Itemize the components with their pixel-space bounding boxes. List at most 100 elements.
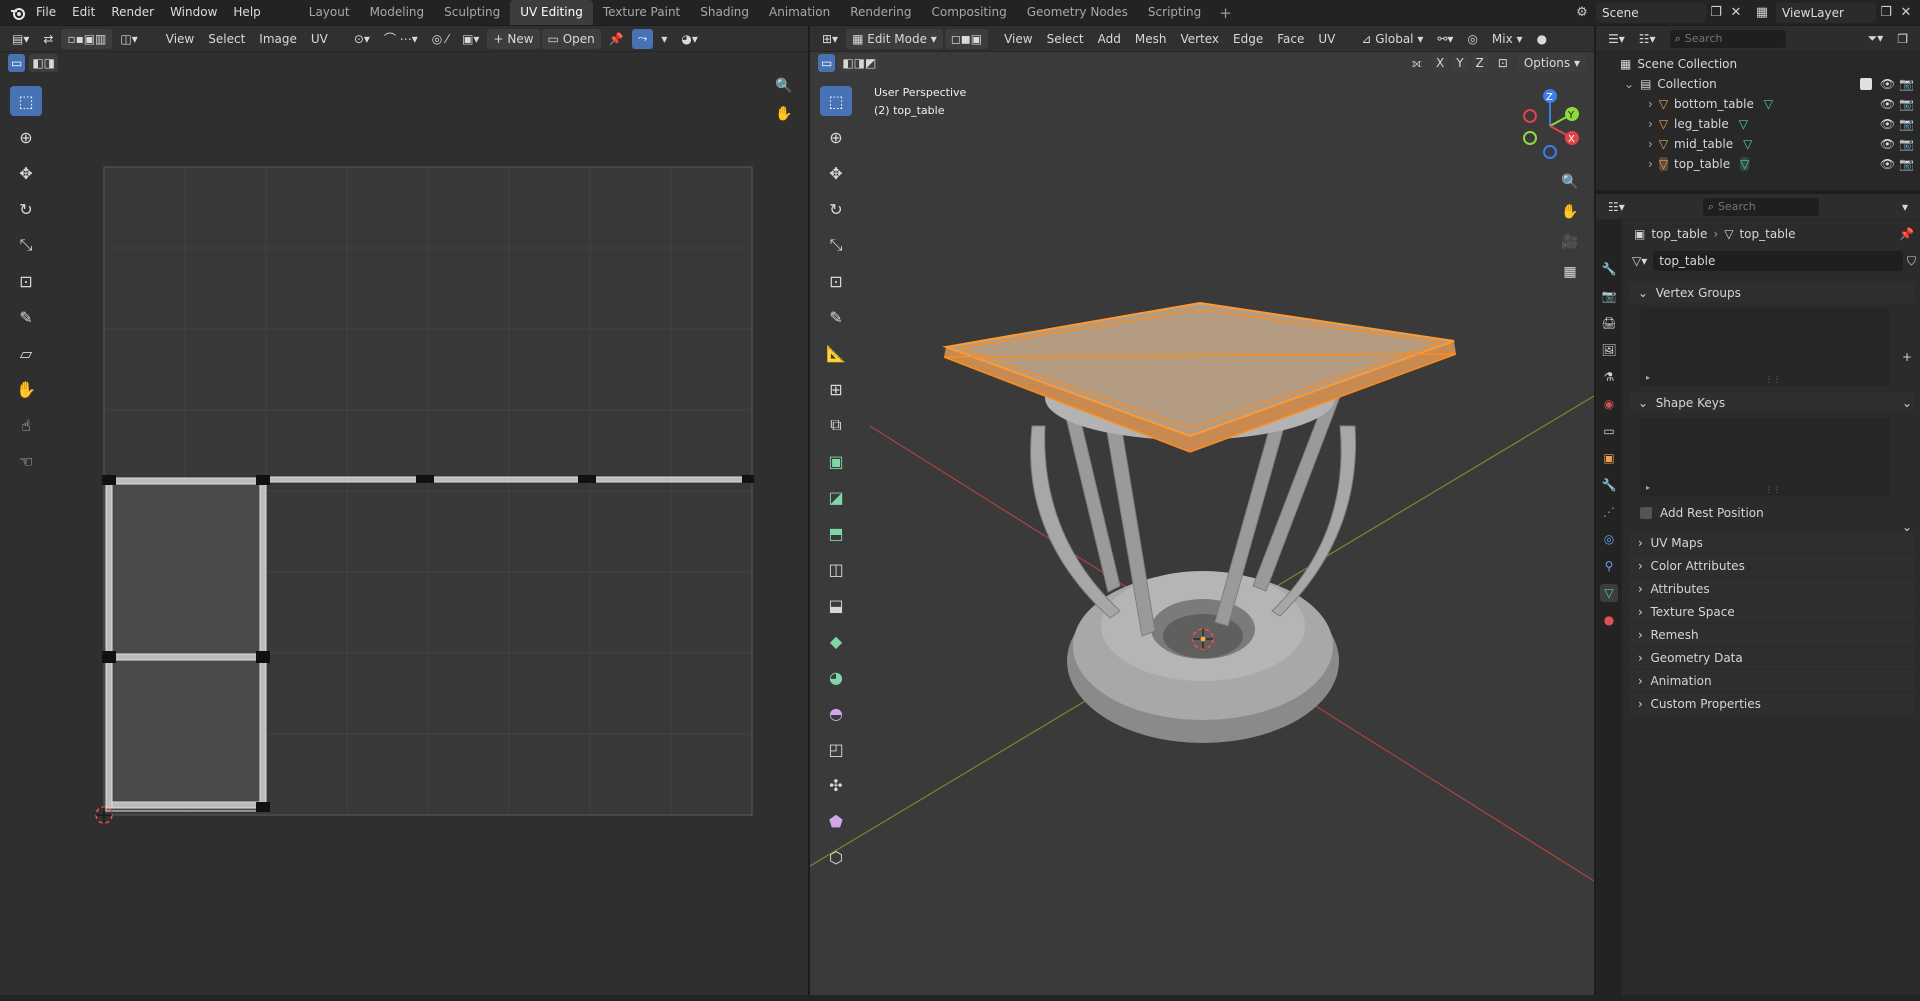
uv-menu-select[interactable]: Select (202, 29, 251, 49)
scene-tab-icon[interactable]: ⚗ (1600, 368, 1618, 386)
list-expand-icon[interactable]: ▸ (1646, 483, 1650, 492)
uv-menu-image[interactable]: Image (253, 29, 303, 49)
delete-viewlayer-icon[interactable]: ✕ (1896, 3, 1916, 23)
mesh-data-icon[interactable]: ▽ (1743, 137, 1752, 151)
camera-view-icon[interactable]: 🎥 (1558, 230, 1582, 254)
vp-zoom-icon[interactable]: 🔍 (1558, 170, 1582, 194)
render-tab-icon[interactable]: 📷 (1600, 287, 1618, 305)
visibility-eye-icon[interactable]: 👁 (1880, 157, 1895, 171)
uv-select-box-icon[interactable]: ▭ (8, 54, 26, 72)
navigation-gizmo-icon[interactable]: Z Y X (1510, 86, 1590, 166)
shrink-fatten-tool-icon[interactable]: ◓ (820, 698, 852, 728)
inset-tool-icon[interactable]: ▣ (820, 446, 852, 476)
visibility-eye-icon[interactable]: 👁 (1880, 97, 1895, 111)
uv-menu-view[interactable]: View (160, 29, 200, 49)
constraints-tab-icon[interactable]: ⚲ (1600, 557, 1618, 575)
pinch-tool-icon[interactable]: ☜ (10, 446, 42, 476)
vp-measure-tool-icon[interactable]: 📐 (820, 338, 852, 368)
overlay-dropdown-icon[interactable]: ▾ (655, 29, 673, 49)
tab-layout[interactable]: Layout (299, 0, 360, 25)
panel-vertex-groups[interactable]: ⌄ Vertex Groups (1630, 282, 1914, 304)
add-workspace-button[interactable]: + (1211, 4, 1240, 22)
mesh-data-icon[interactable]: ▽ (1739, 117, 1748, 131)
vp-rotate-tool-icon[interactable]: ↻ (820, 194, 852, 224)
proportional-icon[interactable]: ◎ ⁄ (426, 29, 454, 49)
outliner-item-leg-table[interactable]: › ▽ leg_table ▽ 👁 📷 (1596, 114, 1920, 134)
output-tab-icon[interactable]: 🖨 (1600, 314, 1618, 332)
vp-transform-tool-icon[interactable]: ⊡ (820, 266, 852, 296)
properties-search-field[interactable]: ⌕ (1702, 197, 1819, 216)
image-browse-icon[interactable]: ▣▾ (456, 29, 485, 49)
display-mode-icon[interactable]: ☷▾ (1633, 29, 1662, 49)
blender-logo-icon[interactable] (8, 3, 28, 23)
pin-icon[interactable]: 📌 (603, 29, 630, 49)
spin-tool-icon[interactable]: ◆ (820, 626, 852, 656)
tab-animation[interactable]: Animation (759, 0, 840, 25)
properties-editor-type-icon[interactable]: ☷▾ (1602, 197, 1631, 217)
render-camera-icon[interactable]: 📷 (1899, 137, 1914, 151)
new-image-button[interactable]: + New (487, 28, 540, 49)
vp-cursor-tool-icon[interactable]: ⊕ (820, 122, 852, 152)
uv-grid-canvas[interactable] (0, 26, 808, 995)
tab-scripting[interactable]: Scripting (1138, 0, 1211, 25)
expand-arrow-icon[interactable]: › (1648, 157, 1653, 171)
delete-scene-icon[interactable]: ✕ (1726, 3, 1746, 23)
viewlayer-selector[interactable]: ViewLayer (1776, 2, 1876, 23)
outliner-item-top-table[interactable]: › ▽ top_table ▽ 👁 📷 (1596, 154, 1920, 174)
move-tool-icon[interactable]: ✥ (10, 158, 42, 188)
pin-icon[interactable]: 📌 (1899, 227, 1914, 241)
new-collection-icon[interactable]: ❐ (1891, 29, 1914, 49)
vp-select-box-tool-icon[interactable]: ⬚ (820, 86, 852, 116)
add-rest-position-checkbox[interactable] (1640, 507, 1652, 519)
vertex-groups-list[interactable]: ▸ ⋮⋮ (1640, 308, 1890, 386)
panel-uv-maps[interactable]: › UV Maps (1630, 532, 1914, 554)
transform-tool-icon[interactable]: ⊡ (10, 266, 42, 296)
outliner-editor-type-icon[interactable]: ☰▾ (1602, 29, 1631, 49)
new-scene-icon[interactable]: ❐ (1706, 3, 1726, 23)
3d-viewport[interactable]: ⊞▾ ▦ Edit Mode ▾ ◻◼▣ View Select Add Mes… (810, 26, 1594, 995)
physics-tab-icon[interactable]: ◎ (1600, 530, 1618, 548)
viewport-scene-canvas[interactable] (810, 26, 1594, 995)
render-camera-icon[interactable]: 📷 (1899, 117, 1914, 131)
tab-compositing[interactable]: Compositing (921, 0, 1016, 25)
mesh-data-icon[interactable]: ▽ (1764, 97, 1773, 111)
filter-icon[interactable]: ⏷▾ (1862, 29, 1890, 49)
pivot-icon[interactable]: ⊙▾ (348, 29, 376, 49)
add-vertex-group-button[interactable]: + (1902, 350, 1912, 364)
mesh-data-tab-icon[interactable]: ▽ (1600, 584, 1618, 602)
uv-editor[interactable]: ▤▾ ⇄ ▫▪▣▥ ◫▾ View Select Image UV ⊙▾ ⌒ ⋯… (0, 26, 808, 995)
panel-remesh[interactable]: › Remesh (1630, 624, 1914, 646)
outliner-item-mid-table[interactable]: › ▽ mid_table ▽ 👁 📷 (1596, 134, 1920, 154)
tab-geometry-nodes[interactable]: Geometry Nodes (1017, 0, 1138, 25)
exclude-checkbox[interactable] (1859, 78, 1872, 90)
to-sphere-tool-icon[interactable]: ✣ (820, 770, 852, 800)
edge-slide-tool-icon[interactable]: ⬡ (820, 842, 852, 872)
world-tab-icon[interactable]: ◉ (1600, 395, 1618, 413)
uv-select-mode-buttons[interactable]: ▫▪▣▥ (61, 28, 113, 49)
pan-icon[interactable]: ✋ (772, 102, 796, 126)
sticky-select-icon[interactable]: ◫▾ (114, 29, 143, 49)
panel-animation[interactable]: › Animation (1630, 670, 1914, 692)
cursor-tool-icon[interactable]: ⊕ (10, 122, 42, 152)
fake-user-shield-icon[interactable]: ⛉ (1907, 254, 1916, 269)
material-tab-icon[interactable]: ● (1600, 611, 1618, 629)
particles-tab-icon[interactable]: ⋰ (1600, 503, 1618, 521)
tab-texture-paint[interactable]: Texture Paint (593, 0, 690, 25)
bevel-tool-icon[interactable]: ◪ (820, 482, 852, 512)
properties-search-input[interactable] (1717, 200, 1808, 213)
expand-arrow-icon[interactable]: › (1648, 137, 1653, 151)
expand-arrow-icon[interactable]: › (1648, 97, 1653, 111)
mesh-browse-icon[interactable]: ▽▾ (1632, 254, 1647, 268)
relax-tool-icon[interactable]: ☝ (10, 410, 42, 440)
shape-keys-list[interactable]: ▸ ⋮⋮ (1640, 418, 1890, 496)
tab-sculpting[interactable]: Sculpting (434, 0, 510, 25)
panel-custom-properties[interactable]: › Custom Properties (1630, 693, 1914, 715)
view-layer-tab-icon[interactable]: 🖼 (1600, 341, 1618, 359)
open-image-button[interactable]: ▭ Open (541, 28, 601, 49)
data-name-field[interactable]: top_table (1653, 251, 1903, 271)
tab-modeling[interactable]: Modeling (360, 0, 435, 25)
render-camera-icon[interactable]: 📷 (1899, 157, 1914, 171)
rotate-tool-icon[interactable]: ↻ (10, 194, 42, 224)
vp-move-tool-icon[interactable]: ✥ (820, 158, 852, 188)
outliner-item-bottom-table[interactable]: › ▽ bottom_table ▽ 👁 📷 (1596, 94, 1920, 114)
